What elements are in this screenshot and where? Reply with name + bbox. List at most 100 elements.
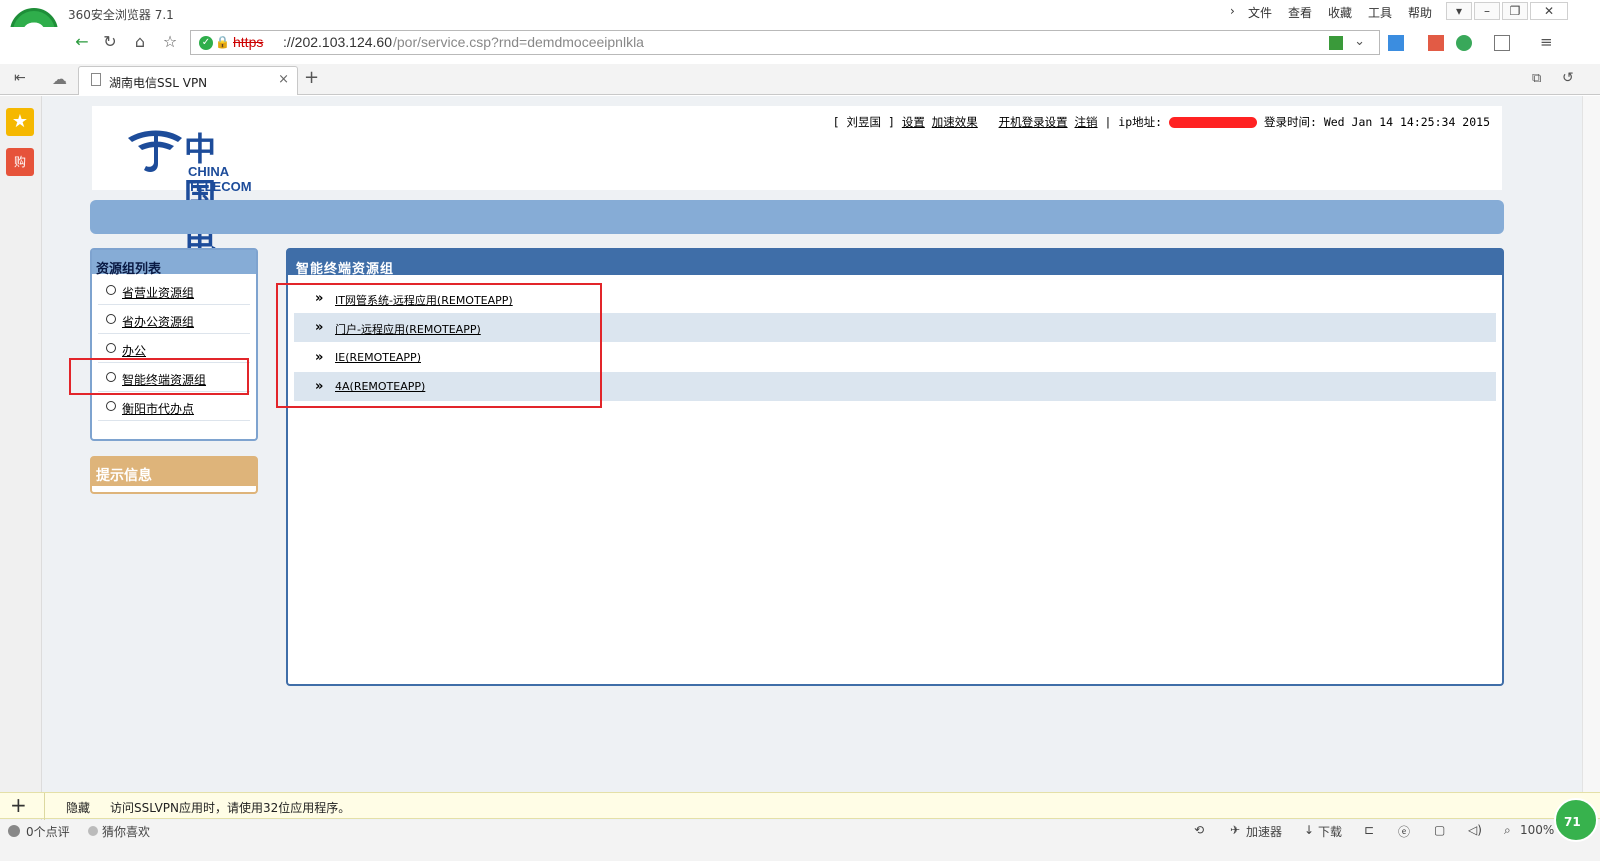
favorites-star-icon[interactable]: ★: [6, 108, 34, 136]
radio-circle-icon: [106, 285, 116, 295]
undo-close-icon[interactable]: ↺: [1562, 70, 1574, 86]
vpn-header: 中国电信 CHINA TELECOM [ 刘昱国 ] 设置 加速效果 开机登录设…: [92, 106, 1502, 306]
menu-favorites[interactable]: 收藏: [1328, 4, 1352, 21]
apps-grid-icon[interactable]: [1388, 35, 1404, 51]
bracket-open: [: [832, 115, 840, 129]
bracket-close: ]: [887, 115, 895, 129]
home-icon[interactable]: ⌂: [128, 31, 152, 53]
user-info-bar: [ 刘昱国 ] 设置 加速效果 开机登录设置 注销 | ip地址: 登录时间: …: [833, 114, 1490, 130]
resource-panel-title: 资源组列表: [96, 262, 162, 277]
restore-tabs-icon[interactable]: ⧉: [1532, 71, 1541, 86]
guess-icon: [88, 826, 98, 836]
speed-badge[interactable]: 71: [1554, 798, 1598, 842]
menu-view[interactable]: 查看: [1288, 4, 1312, 21]
resource-item[interactable]: 省办公资源组: [98, 305, 250, 334]
tip-panel-header: 提示信息: [92, 458, 256, 486]
more-menu-icon[interactable]: ≡: [1540, 33, 1553, 51]
guess-you-like[interactable]: 猜你喜欢: [102, 823, 150, 840]
navigation-toolbar: ← ↻ ⌂ ☆ ✓ 🔒 https ://202.103.124.60 /por…: [0, 27, 1600, 59]
accelerate-link[interactable]: 加速效果: [932, 115, 978, 129]
settings-link[interactable]: 设置: [902, 115, 925, 129]
shopping-icon[interactable]: 购: [6, 148, 34, 176]
resource-item-label[interactable]: 衡阳市代办点: [122, 400, 194, 417]
sidebar-toggle-icon[interactable]: ⇤: [14, 70, 26, 86]
resource-panel-header: 资源组列表: [92, 250, 256, 277]
highlight-box-apps: [276, 283, 602, 408]
star-icon[interactable]: ☆: [158, 31, 182, 53]
accelerator-icon: ✈: [1230, 823, 1241, 837]
logout-link[interactable]: 注销: [1075, 115, 1098, 129]
url-host: ://202.103.124.60: [283, 34, 392, 50]
resource-item-label[interactable]: 办公: [122, 342, 146, 359]
close-window-button[interactable]: ✕: [1530, 2, 1568, 20]
page-content: 中国电信 CHINA TELECOM [ 刘昱国 ] 设置 加速效果 开机登录设…: [42, 96, 1600, 820]
radio-circle-icon: [106, 401, 116, 411]
menu-chevron-icon[interactable]: ›: [1230, 4, 1235, 18]
comments-count[interactable]: 0个点评: [26, 823, 70, 840]
extension-icon[interactable]: [1428, 35, 1444, 51]
resource-item[interactable]: 省营业资源组: [98, 276, 250, 305]
highlight-box-resource: [69, 358, 249, 395]
accelerator-button[interactable]: 加速器: [1246, 823, 1282, 840]
menu-file[interactable]: 文件: [1248, 4, 1272, 21]
hide-button[interactable]: 隐藏: [66, 799, 90, 816]
volume-icon[interactable]: ◁): [1468, 823, 1482, 837]
tip-panel: 提示信息: [90, 456, 258, 494]
tip-panel-title: 提示信息: [96, 468, 152, 484]
notice-bar: + 隐藏 访问SSLVPN应用时，请使用32位应用程序。: [0, 792, 1600, 820]
comment-icon: [8, 825, 20, 837]
download-button[interactable]: 下载: [1318, 823, 1342, 840]
window-icon[interactable]: ▢: [1434, 823, 1445, 837]
lock-icon: 🔒: [215, 35, 230, 49]
screenshot-icon[interactable]: [1494, 35, 1510, 51]
skin-button[interactable]: ▾: [1446, 2, 1472, 20]
maximize-button[interactable]: ❐: [1502, 2, 1528, 20]
resource-item-label[interactable]: 省办公资源组: [122, 313, 194, 330]
status-bar: 0个点评 猜你喜欢 ⟲ ✈ 加速器 ↓ 下载 ⊏ ⓔ ▢ ◁) ⌕ 100%: [0, 820, 1600, 861]
url-path: /por/service.csp?rnd=demdmoceeipnlkla: [393, 34, 644, 50]
url-scheme: https: [233, 34, 264, 50]
ip-redaction-mark: [1169, 117, 1258, 128]
tab-vpn[interactable]: 湖南电信SSL VPN ×: [78, 66, 298, 95]
user-name: 刘昱国: [846, 115, 882, 129]
zoom-level[interactable]: 100%: [1520, 823, 1554, 837]
app-panel-title: 智能终端资源组: [296, 262, 395, 277]
vertical-scrollbar[interactable]: [1582, 96, 1600, 792]
telecom-logo-icon: [128, 130, 182, 172]
logo-en-text: CHINA TELECOM: [188, 164, 252, 194]
resource-item-label[interactable]: 省营业资源组: [122, 284, 194, 301]
menu-tools[interactable]: 工具: [1368, 4, 1392, 21]
divider: [44, 793, 45, 820]
browser-sidebar: ★ 购: [0, 96, 42, 820]
tab-label: 湖南电信SSL VPN: [109, 76, 208, 90]
qr-code-icon[interactable]: [1329, 36, 1343, 50]
tab-bar: ⇤ ☁ 湖南电信SSL VPN × + ⧉ ↺: [0, 64, 1600, 95]
refresh-icon[interactable]: ↻: [98, 31, 122, 53]
add-icon[interactable]: +: [10, 793, 27, 817]
resource-group-panel: 资源组列表 省营业资源组 省办公资源组 办公 智能终端资源组 衡阳市代办点: [90, 248, 258, 441]
notice-text: 访问SSLVPN应用时，请使用32位应用程序。: [110, 801, 351, 815]
crop-icon[interactable]: ⊏: [1364, 823, 1374, 837]
cloud-icon[interactable]: ☁: [52, 70, 67, 88]
banner-bar: [90, 200, 1504, 234]
tab-close-icon[interactable]: ×: [278, 72, 289, 87]
radio-circle-icon: [106, 343, 116, 353]
shield-icon: ✓: [199, 36, 213, 50]
app-title: 360安全浏览器 7.1: [68, 8, 174, 22]
login-time: Wed Jan 14 14:25:34 2015: [1323, 115, 1490, 129]
boot-login-settings-link[interactable]: 开机登录设置: [999, 115, 1068, 129]
menu-help[interactable]: 帮助: [1408, 4, 1432, 21]
ie-mode-icon[interactable]: ⓔ: [1398, 823, 1410, 840]
zoom-icon: ⌕: [1504, 823, 1511, 837]
download-icon: ↓: [1304, 823, 1315, 837]
back-arrow-icon[interactable]: ←: [70, 31, 94, 53]
minimize-button[interactable]: –: [1474, 2, 1500, 20]
security-shield-icon[interactable]: [1456, 35, 1472, 51]
radio-circle-icon: [106, 314, 116, 324]
ip-label: | ip地址:: [1104, 115, 1163, 129]
sync-icon[interactable]: ⟲: [1194, 823, 1204, 837]
new-tab-icon[interactable]: +: [304, 67, 319, 88]
resource-item[interactable]: 衡阳市代办点: [98, 392, 250, 421]
address-bar[interactable]: ✓ 🔒 https ://202.103.124.60 /por/service…: [190, 30, 1380, 55]
dropdown-chevron-icon[interactable]: ⌄: [1354, 34, 1365, 49]
